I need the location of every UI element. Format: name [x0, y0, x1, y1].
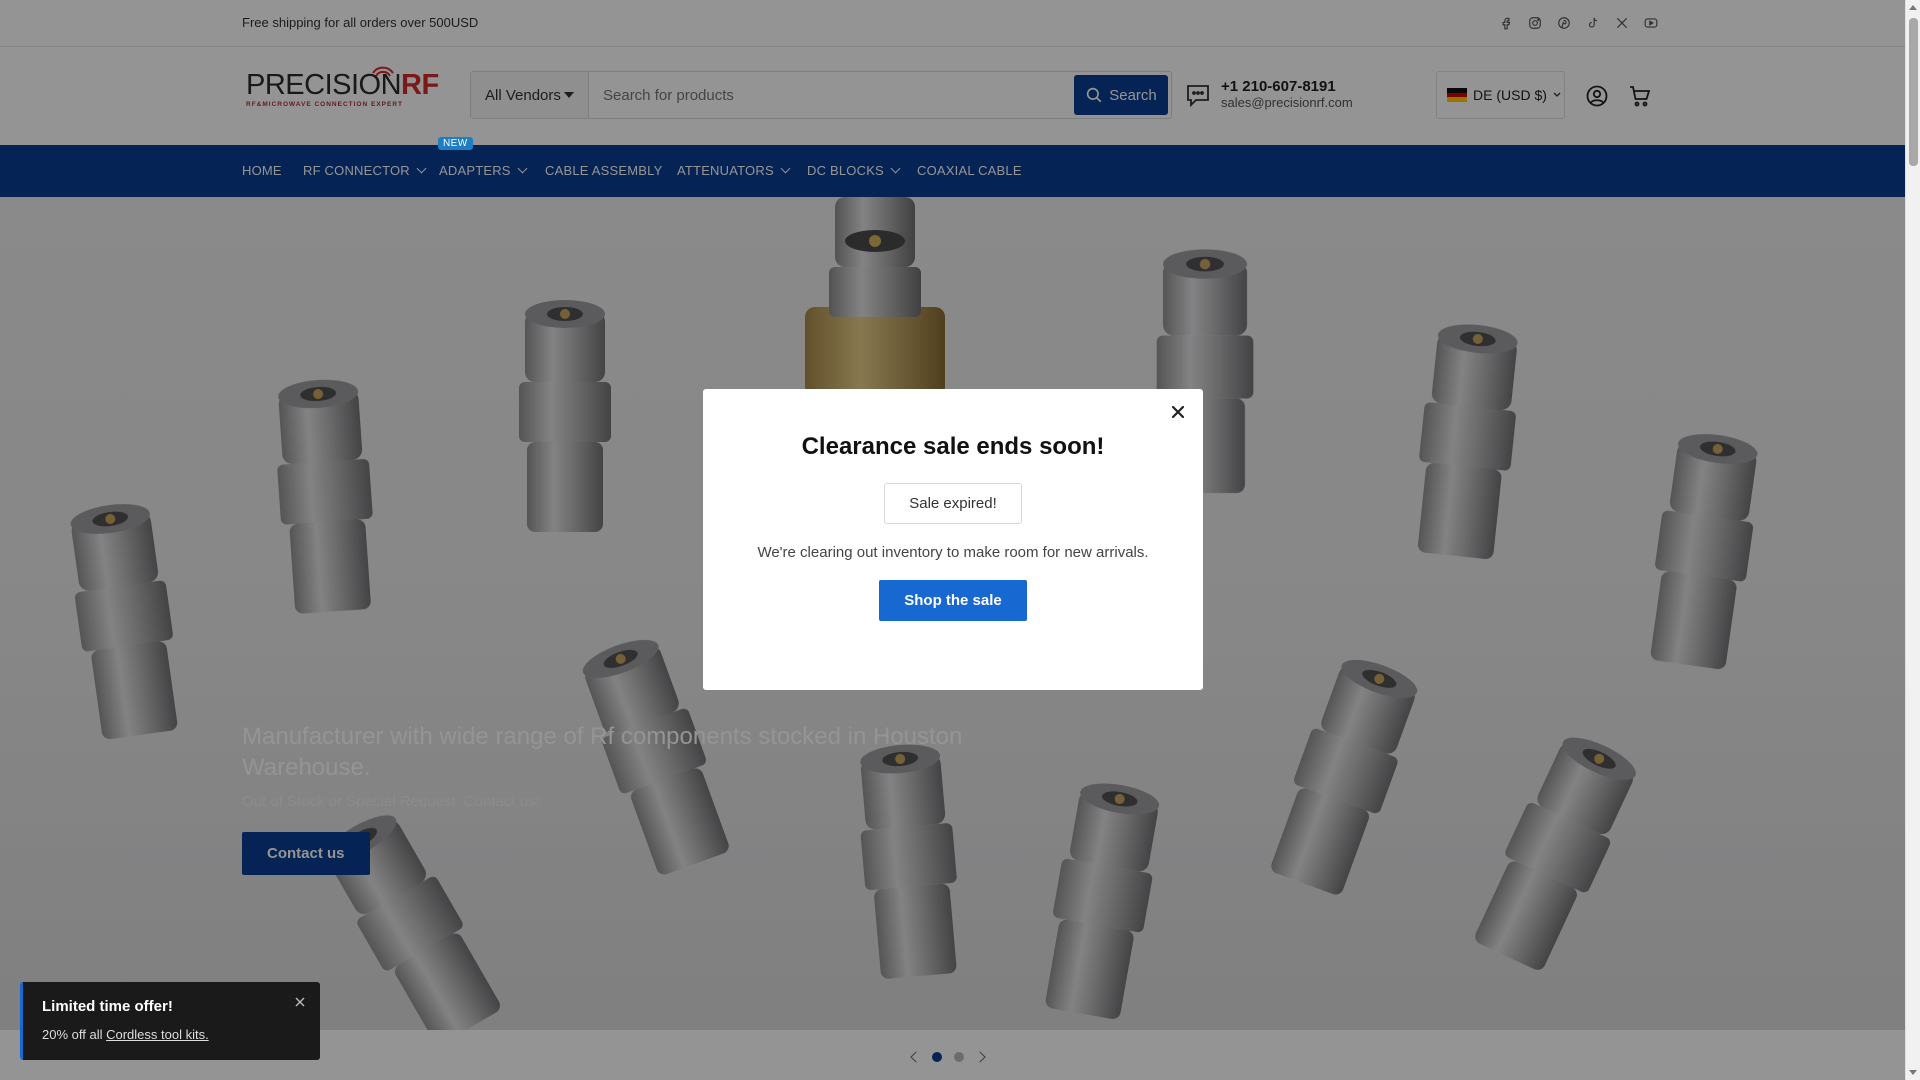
scroll-down-icon[interactable]	[1909, 1070, 1917, 1075]
toast-body: 20% off all Cordless tool kits.	[42, 1027, 209, 1042]
toast-link[interactable]: Cordless tool kits.	[106, 1027, 209, 1042]
close-icon[interactable]	[294, 996, 306, 1008]
clearance-sale-modal: Clearance sale ends soon! Sale expired! …	[703, 389, 1203, 690]
sale-status-badge: Sale expired!	[884, 483, 1022, 524]
page: Free shipping for all orders over 500USD	[0, 0, 1905, 1080]
promo-toast: Limited time offer! 20% off all Cordless…	[20, 982, 320, 1060]
shop-the-sale-button[interactable]: Shop the sale	[879, 580, 1027, 621]
modal-description: We're clearing out inventory to make roo…	[757, 544, 1149, 561]
scroll-thumb[interactable]	[1909, 18, 1918, 166]
close-icon[interactable]	[1167, 401, 1189, 423]
toast-body-text: 20% off all	[42, 1027, 107, 1042]
scroll-up-icon[interactable]	[1909, 5, 1917, 10]
page-scrollbar[interactable]	[1905, 0, 1920, 1080]
new-badge: NEW	[438, 137, 473, 150]
toast-title: Limited time offer!	[42, 998, 173, 1015]
modal-title: Clearance sale ends soon!	[801, 433, 1105, 460]
